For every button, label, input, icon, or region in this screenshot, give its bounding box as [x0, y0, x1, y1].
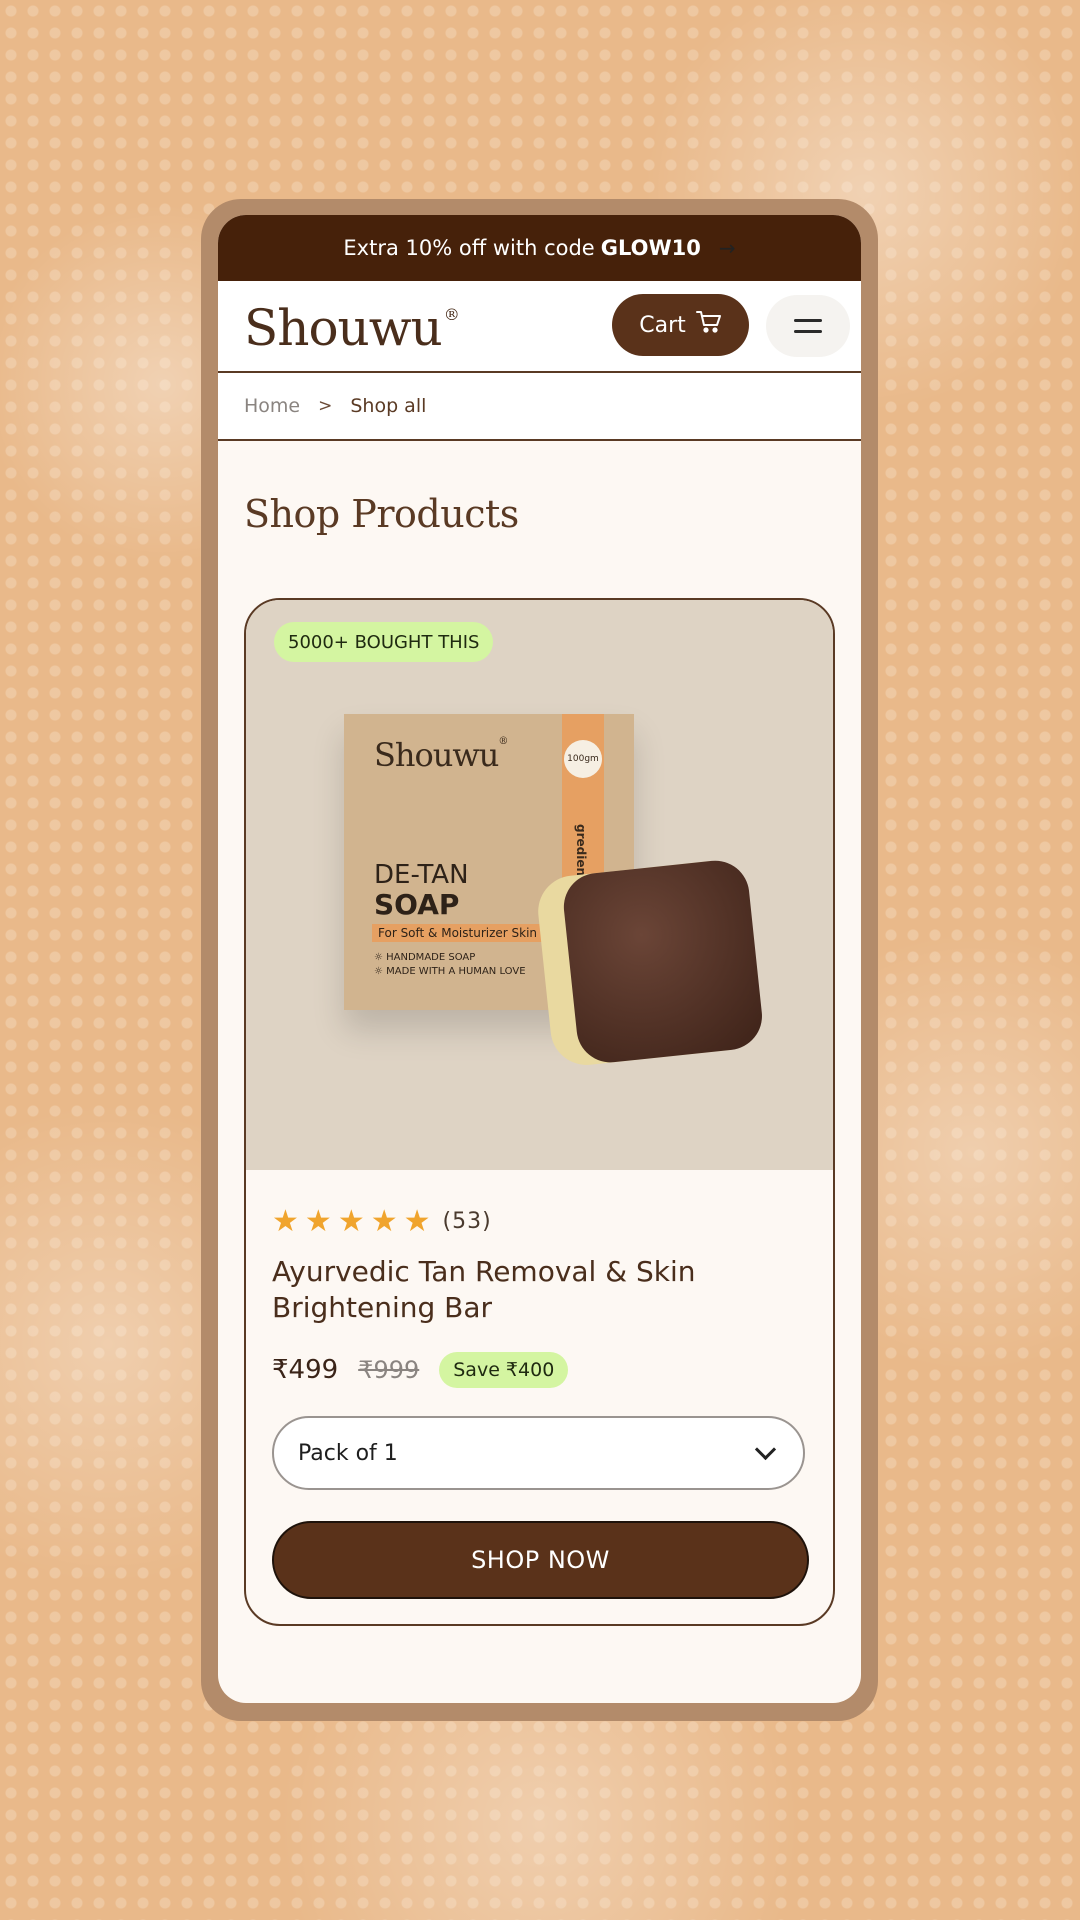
box-tagline: For Soft & Moisturizer Skin [372, 924, 544, 942]
product-name[interactable]: Ayurvedic Tan Removal & Skin Brightening… [272, 1254, 792, 1326]
star-icon: ★ [272, 1204, 299, 1239]
shop-now-button[interactable]: SHOP NOW [272, 1521, 809, 1599]
chevron-down-icon [754, 1438, 777, 1461]
savings-badge: Save ₹400 [439, 1352, 569, 1388]
box-feature-1: ☼ HANDMADE SOAP [374, 952, 476, 963]
variant-select[interactable]: Pack of 1 [272, 1416, 805, 1490]
star-icon: ★ [337, 1204, 365, 1239]
cart-button[interactable]: Cart [612, 294, 749, 356]
soap-bar-image [534, 857, 764, 1069]
box-line1: DE-TAN [374, 860, 469, 890]
original-price: ₹999 [358, 1356, 420, 1384]
hamburger-menu-icon [794, 319, 822, 333]
breadcrumb-current: Shop all [350, 395, 427, 417]
cart-label: Cart [639, 312, 686, 338]
box-logo-text: Shouwu [374, 736, 499, 774]
shopping-cart-icon [695, 310, 722, 340]
box-logo: Shouwu® [374, 736, 508, 774]
brand-logo[interactable]: Shouwu ® [244, 299, 460, 357]
registered-mark: ® [443, 305, 460, 324]
price-row: ₹499 ₹999 Save ₹400 [272, 1352, 569, 1388]
box-weight: 100gm [564, 740, 602, 778]
page-title: Shop Products [244, 492, 519, 536]
promo-code: GLOW10 [600, 236, 701, 260]
breadcrumb-home-link[interactable]: Home [244, 395, 300, 417]
logo-text: Shouwu [244, 299, 443, 357]
sale-price: ₹499 [272, 1355, 339, 1385]
variant-value: Pack of 1 [298, 1440, 398, 1466]
announcement-bar[interactable]: Extra 10% off with code GLOW10 → [218, 215, 861, 281]
box-line2: SOAP [374, 888, 460, 921]
star-icon: ★ [403, 1204, 431, 1239]
menu-button[interactable] [766, 295, 850, 357]
star-icon: ★ [370, 1204, 398, 1239]
announcement-text: Extra 10% off with code [343, 236, 595, 260]
product-rating: ★ ★ ★ ★ ★ (53) [272, 1204, 492, 1239]
breadcrumb: Home > Shop all [218, 373, 861, 441]
product-image[interactable]: 5000+ BOUGHT THIS 100gm gredients e Prod… [246, 600, 833, 1170]
mobile-screen: Extra 10% off with code GLOW10 → Shouwu ®… [218, 215, 861, 1703]
product-card[interactable]: 5000+ BOUGHT THIS 100gm gredients e Prod… [244, 598, 835, 1626]
breadcrumb-separator: > [318, 396, 333, 416]
box-feature-2: ☼ MADE WITH A HUMAN LOVE [374, 966, 526, 977]
star-icon: ★ [304, 1204, 332, 1239]
box-registered-mark: ® [498, 736, 508, 747]
bestseller-badge: 5000+ BOUGHT THIS [274, 622, 494, 662]
review-count: (53) [442, 1209, 492, 1234]
site-header: Shouwu ® Cart [218, 281, 861, 373]
arrow-right-icon: → [718, 236, 736, 260]
